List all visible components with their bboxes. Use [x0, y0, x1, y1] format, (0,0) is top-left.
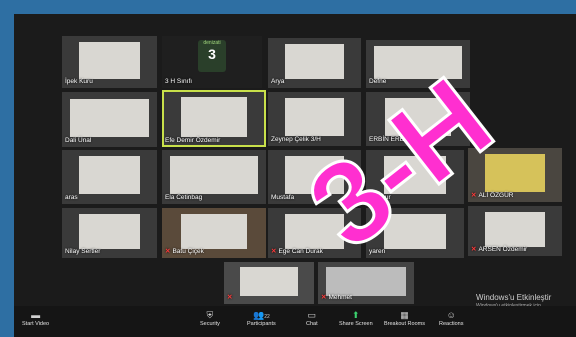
notebook-image [79, 214, 140, 249]
participants-count: 22 [264, 314, 270, 320]
participant-name: ✕ ARSEN Özdemir [471, 245, 527, 253]
start-video-label: Start Video [22, 321, 50, 327]
breakout-rooms-button[interactable]: ▦ Breakout Rooms [384, 310, 425, 327]
participant-name-text: ARSEN Özdemir [478, 246, 528, 253]
notebook-image [170, 156, 258, 195]
video-tile-ali[interactable]: ✕ ALİ ÖZGÜR [468, 148, 562, 202]
participant-name: ERBİN EREM ŞİR [369, 136, 423, 143]
reactions-label: Reactions [439, 321, 464, 327]
notebook-image [484, 212, 546, 247]
video-tile-ela[interactable]: Ela Cetinbag [162, 150, 266, 204]
notebook-image [180, 214, 248, 249]
mic-muted-icon: ✕ [227, 294, 233, 301]
video-tile-ege[interactable]: ✕ Ege Can Durak [268, 208, 361, 258]
participant-name: Ela Cetinbag [165, 194, 203, 201]
notebook-image [284, 214, 345, 249]
zoom-window: İpek Kuru denizati 3 3 H Sınıfı Arya Def… [14, 14, 576, 337]
participant-name: Arya [271, 78, 285, 85]
notebook-image [284, 44, 345, 79]
mic-muted-icon: ✕ [271, 248, 277, 255]
video-tile-row5-1[interactable]: ✕ [224, 262, 314, 304]
mic-muted-icon: ✕ [165, 248, 171, 255]
notebook-image [79, 156, 140, 195]
participants-button[interactable]: 👥22 Participants [247, 310, 276, 327]
participant-name: İpek Kuru [65, 78, 93, 85]
video-tile-efe[interactable]: Efe Demir Özdemir [162, 90, 266, 147]
video-tile-aras[interactable]: aras [62, 150, 157, 204]
notebook-image [69, 98, 150, 138]
video-tile-nilay[interactable]: Nilay Sertler [62, 208, 157, 258]
breakout-rooms-icon: ▦ [400, 310, 409, 320]
video-tile-defne[interactable]: Defne [366, 40, 470, 88]
participant-name: ✕ Ege Can Durak [271, 247, 323, 255]
security-label: Security [200, 321, 220, 327]
notebook-image [383, 156, 447, 195]
participant-name-text: Batu Çiçek [172, 248, 204, 255]
participant-name: yağmur [369, 194, 391, 201]
meeting-toolbar: ▬ Start Video ⛨ Security 👥22 Participant… [14, 306, 576, 337]
participants-label: Participants [247, 321, 276, 327]
participant-name: Zeynep Çelik 3/H [271, 136, 321, 143]
video-tile-arsen[interactable]: ✕ ARSEN Özdemir [468, 206, 562, 256]
participants-icon: 👥22 [252, 310, 270, 320]
video-tile-mehmet[interactable]: ✕ Mehmet [318, 262, 414, 304]
shield-icon: ⛨ [206, 310, 214, 320]
reactions-icon: ☺ [446, 310, 456, 320]
logo-number: 3 [208, 46, 216, 62]
video-tile-arya[interactable]: Arya [268, 38, 361, 88]
notebook-image [374, 45, 462, 80]
participant-name: ✕ ALİ ÖZGÜR [471, 191, 514, 199]
participant-name: 3 H Sınıfı [165, 78, 193, 85]
notebook-image [180, 96, 248, 137]
chat-icon: ▭ [307, 310, 317, 320]
mic-muted-icon: ✕ [321, 294, 327, 301]
notebook-image [384, 98, 452, 137]
notebook-image [79, 42, 140, 79]
chat-label: Chat [306, 321, 318, 327]
video-camera-icon: ▬ [31, 310, 41, 320]
chat-button[interactable]: ▭ Chat [306, 310, 318, 327]
breakout-rooms-label: Breakout Rooms [384, 321, 425, 327]
participant-name: ✕ [227, 293, 234, 301]
reactions-button[interactable]: ☺ Reactions [439, 310, 463, 327]
video-tile-zeynep[interactable]: Zeynep Çelik 3/H [268, 92, 361, 146]
watermark-title: Windows'u Etkinleştir [476, 293, 552, 302]
participant-name-text: Ege Can Durak [278, 248, 323, 255]
video-tile-yagmur[interactable]: yağmur [366, 150, 464, 204]
share-screen-label: Share Screen [339, 321, 373, 327]
school-logo: denizati 3 [198, 40, 226, 72]
participant-name: Nilay Sertler [65, 248, 101, 255]
participant-name-text: Mehmet [328, 294, 352, 301]
mic-muted-icon: ✕ [471, 246, 477, 253]
video-tile-batu[interactable]: ✕ Batu Çiçek [162, 208, 266, 258]
notebook-image [383, 214, 447, 249]
video-tile-dali[interactable]: Dali Ünal [62, 92, 157, 147]
video-tile-erem[interactable]: ERBİN EREM ŞİR [366, 92, 470, 146]
participant-name: Efe Demir Özdemir [165, 137, 221, 144]
notebook-image [484, 154, 546, 193]
participant-name: aras [65, 194, 78, 201]
security-button[interactable]: ⛨ Security [200, 310, 220, 327]
share-screen-icon: ⬆ [352, 310, 360, 320]
video-tile-yaren[interactable]: yaren [366, 208, 464, 258]
participant-name-text: ALİ ÖZGÜR [478, 192, 514, 199]
participant-name: yaren [369, 248, 386, 255]
notebook-image [325, 267, 407, 297]
notebook-image [284, 156, 345, 195]
video-tile-ipek[interactable]: İpek Kuru [62, 36, 157, 88]
start-video-button[interactable]: ▬ Start Video [22, 310, 49, 327]
participant-name: Dali Ünal [65, 137, 92, 144]
share-screen-button[interactable]: ⬆ Share Screen [339, 310, 373, 327]
participant-name: ✕ Mehmet [321, 293, 352, 301]
participant-name: Mustafa [271, 194, 295, 201]
notebook-image [284, 98, 345, 137]
notebook-image [240, 267, 298, 297]
video-tile-class[interactable]: denizati 3 3 H Sınıfı [162, 36, 262, 88]
participant-name: ✕ Batu Çiçek [165, 247, 204, 255]
participant-name: Defne [369, 78, 387, 85]
mic-muted-icon: ✕ [471, 192, 477, 199]
video-tile-mustafa[interactable]: Mustafa [268, 150, 361, 204]
